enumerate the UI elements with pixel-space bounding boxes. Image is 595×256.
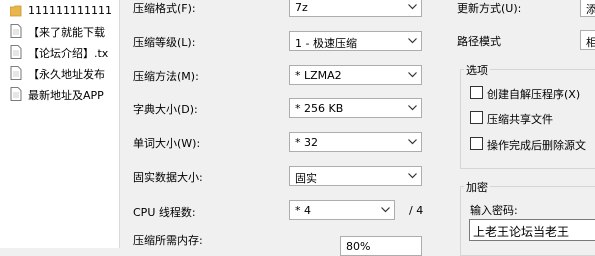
chevron-down-icon: [408, 173, 417, 179]
solid-value: 固实: [295, 172, 317, 185]
memory-label: 压缩所需内存:: [133, 234, 203, 247]
pane-divider[interactable]: [119, 0, 120, 248]
format-value: 7z: [295, 1, 308, 14]
memory-value: 80%: [346, 240, 371, 253]
file-name: 【来了就能下载: [28, 26, 105, 39]
delete-after-checkbox[interactable]: [470, 137, 483, 150]
update-select[interactable]: 添: [580, 0, 595, 17]
word-label: 单词大小(W):: [133, 137, 201, 150]
method-value: * LZMA2: [295, 69, 342, 82]
file-name: 【论坛介绍】.tx: [28, 47, 109, 60]
password-value: 上老王论坛当老王: [473, 225, 570, 239]
level-label: 压缩等级(L):: [133, 36, 196, 49]
file-list-item[interactable]: 【来了就能下载: [0, 22, 119, 40]
update-value: 添: [586, 3, 595, 16]
dict-label: 字典大小(D):: [133, 103, 198, 116]
dict-value: * 256 KB: [295, 102, 344, 115]
encrypt-title: 加密: [464, 179, 490, 195]
dict-select[interactable]: * 256 KB: [289, 98, 422, 118]
chevron-down-icon: [408, 105, 417, 111]
document-icon: [10, 24, 22, 38]
document-icon: [10, 87, 22, 101]
password-input[interactable]: 上老王论坛当老王: [469, 219, 595, 241]
path-select[interactable]: 相: [580, 30, 595, 50]
options-title: 选项: [464, 62, 490, 78]
level-value: 1 - 极速压缩: [295, 37, 357, 50]
threads-label: CPU 线程数:: [133, 206, 196, 219]
file-name: 最新地址及APP: [28, 89, 104, 102]
file-name: 111111111111: [28, 4, 112, 17]
update-label: 更新方式(U):: [457, 2, 522, 15]
solid-select[interactable]: 固实: [289, 166, 422, 186]
method-select[interactable]: * LZMA2: [289, 65, 422, 85]
shared-files-checkbox[interactable]: [470, 111, 483, 124]
word-value: * 32: [295, 136, 318, 149]
format-select[interactable]: 7z: [289, 0, 422, 17]
chevron-down-icon: [408, 38, 417, 44]
sfx-checkbox[interactable]: [470, 86, 483, 99]
file-name: 【永久地址发布: [28, 68, 105, 81]
password-label: 输入密码:: [470, 204, 518, 217]
file-list-item[interactable]: 【永久地址发布: [0, 64, 119, 82]
file-list-item[interactable]: 111111111111: [0, 2, 119, 20]
method-label: 压缩方法(M):: [133, 70, 199, 83]
chevron-down-icon: [408, 4, 417, 10]
path-label: 路径模式: [457, 35, 501, 48]
chevron-down-icon: [381, 207, 390, 213]
document-icon: [10, 45, 22, 59]
chevron-down-icon: [408, 139, 417, 145]
file-list-item[interactable]: 最新地址及APP: [0, 85, 119, 103]
chevron-down-icon: [408, 72, 417, 78]
path-value: 相: [586, 36, 595, 49]
threads-select[interactable]: * 4: [289, 200, 395, 220]
file-list-item[interactable]: 【论坛介绍】.tx: [0, 43, 119, 61]
sfx-label: 创建自解压程序(X): [487, 88, 581, 101]
format-label: 压缩格式(F):: [133, 2, 196, 15]
word-select[interactable]: * 32: [289, 132, 422, 152]
folder-icon: [10, 5, 22, 17]
shared-files-label: 压缩共享文件: [487, 113, 553, 126]
level-select[interactable]: 1 - 极速压缩: [289, 31, 422, 51]
threads-max: / 4: [409, 204, 424, 217]
threads-value: * 4: [295, 204, 311, 217]
delete-after-label: 操作完成后删除源文: [487, 139, 586, 152]
memory-select[interactable]: 80%: [340, 236, 422, 256]
document-icon: [10, 66, 22, 80]
solid-label: 固实数据大小:: [133, 171, 203, 184]
file-list-pane: 111111111111 【来了就能下载 【论坛介绍】.tx 【永久地址发布 最…: [0, 0, 119, 248]
